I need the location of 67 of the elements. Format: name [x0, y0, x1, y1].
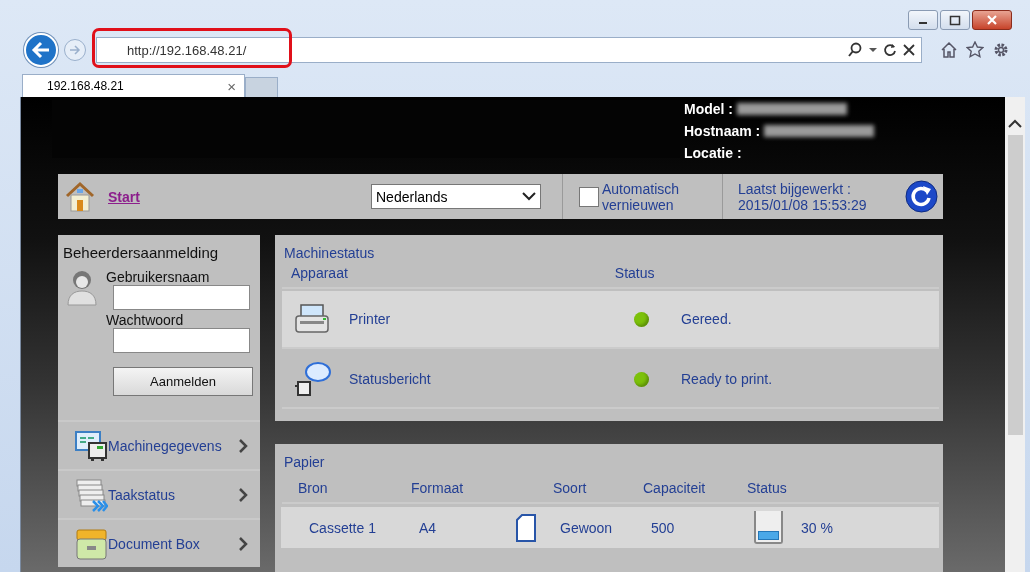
refresh-icon[interactable]: [883, 43, 897, 57]
forward-arrow-icon: [69, 44, 81, 56]
printer-icon: [294, 303, 330, 335]
panel-title: Papier: [283, 453, 326, 470]
scroll-thumb[interactable]: [1007, 135, 1023, 435]
table-cell-text: Gewoon: [560, 519, 614, 536]
scroll-up-icon[interactable]: [1008, 119, 1022, 129]
auto-refresh-checkbox[interactable]: [579, 186, 599, 207]
job-status-icon: [75, 477, 108, 512]
status-message-icon: [293, 360, 331, 398]
column-header: Bron: [298, 480, 329, 496]
browser-tab[interactable]: 192.168.48.21 ×: [22, 74, 245, 97]
home-icon[interactable]: [940, 41, 958, 59]
table-cell-text: A4: [419, 519, 438, 536]
info-label: Locatie :: [684, 145, 742, 161]
paper-sheet-icon: [516, 513, 536, 542]
login-title: Beheerdersaanmelding: [62, 243, 220, 261]
minimize-button[interactable]: [908, 10, 938, 30]
document-box-icon: [75, 526, 108, 561]
back-button[interactable]: [24, 33, 58, 67]
back-arrow-icon: [31, 41, 51, 59]
scrollbar[interactable]: [1005, 97, 1025, 572]
info-label: Hostnaam :: [684, 123, 761, 139]
password-label: Wachtwoord: [106, 312, 185, 328]
close-icon[interactable]: [903, 44, 915, 56]
close-button[interactable]: [972, 10, 1012, 30]
device-name: Printer: [349, 311, 392, 327]
house-icon[interactable]: [64, 180, 96, 213]
address-field[interactable]: http://192.168.48.21/: [96, 37, 922, 63]
dropdown-icon[interactable]: [869, 47, 877, 53]
tab-close-button[interactable]: ×: [227, 77, 236, 95]
password-field[interactable]: [113, 328, 250, 353]
username-label: Gebruikersnaam: [106, 269, 211, 285]
chevron-right-icon: [238, 437, 248, 454]
table-cell-text: 500: [651, 519, 676, 536]
column-header: Apparaat: [291, 265, 348, 281]
chevron-right-icon: [238, 535, 248, 552]
maximize-icon: [948, 14, 962, 26]
column-header: Status: [614, 265, 655, 281]
panel-title: Machinestatus: [283, 244, 376, 261]
minimize-icon: [919, 22, 927, 24]
refresh-icon[interactable]: [905, 180, 938, 213]
last-updated-time: 2015/01/08 15:53:29: [738, 196, 868, 213]
settings-icon[interactable]: [992, 41, 1010, 59]
level-reading: 30 %: [801, 519, 833, 536]
close-icon: [985, 14, 999, 26]
search-icon[interactable]: [847, 42, 863, 58]
auto-refresh-label: Automatisch vernieuwen: [602, 180, 681, 213]
chevron-right-icon: [238, 486, 248, 503]
maximize-button[interactable]: [940, 10, 970, 30]
login-button[interactable]: Aanmelden: [113, 367, 253, 396]
info-label: Model :: [684, 101, 733, 117]
last-updated-label: Laatst bijgewerkt :: [738, 180, 852, 197]
column-header: Soort: [553, 480, 588, 496]
column-header: Formaat: [411, 480, 465, 496]
status-text: Ready to print.: [681, 371, 773, 387]
language-select[interactable]: Nederlands: [371, 184, 541, 209]
status-text: Gereed.: [681, 311, 732, 327]
column-header: Capaciteit: [643, 480, 707, 496]
star-icon[interactable]: [966, 41, 984, 59]
user-icon: [67, 269, 97, 307]
start-link[interactable]: Start: [108, 188, 358, 205]
column-header: Status: [747, 480, 788, 496]
device-name: Statusbericht: [349, 371, 432, 387]
table-cell-text: Cassette 1: [308, 519, 377, 536]
machine-info-icon: [75, 429, 108, 462]
username-field[interactable]: [113, 285, 250, 310]
